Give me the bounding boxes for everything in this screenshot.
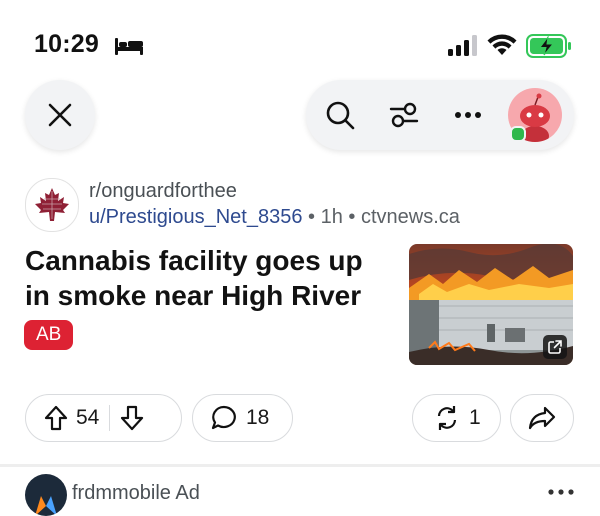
link-thumbnail[interactable] bbox=[409, 244, 573, 365]
post-title[interactable]: Cannabis facility goes up in smoke near … bbox=[25, 243, 395, 313]
advertiser-name[interactable]: frdmmobile Ad bbox=[72, 482, 200, 505]
close-button[interactable] bbox=[25, 80, 95, 150]
more-icon bbox=[548, 489, 574, 495]
comment-icon bbox=[211, 405, 236, 430]
maple-leaf-icon bbox=[35, 188, 69, 221]
close-icon bbox=[48, 103, 72, 127]
crosspost-icon bbox=[437, 406, 457, 430]
online-status-dot bbox=[510, 126, 526, 142]
filter-icon bbox=[389, 102, 419, 128]
post-domain[interactable]: ctvnews.ca bbox=[361, 206, 460, 228]
vote-separator bbox=[109, 405, 111, 431]
search-button[interactable] bbox=[322, 97, 358, 133]
profile-avatar-button[interactable] bbox=[508, 88, 562, 142]
subreddit-avatar[interactable] bbox=[25, 178, 79, 232]
top-actions-bar bbox=[306, 80, 574, 150]
more-icon bbox=[455, 112, 481, 118]
advertiser-avatar[interactable] bbox=[25, 474, 67, 516]
crosspost-button[interactable]: 1 bbox=[412, 394, 501, 442]
external-link-icon bbox=[548, 340, 562, 354]
advertiser-name-text: frdmmobile bbox=[72, 482, 171, 504]
status-time: 10:29 bbox=[34, 30, 99, 58]
post-age: 1h bbox=[320, 206, 343, 228]
ad-badge: Ad bbox=[175, 482, 200, 504]
open-external-button[interactable] bbox=[543, 335, 567, 359]
comments-button[interactable]: 18 bbox=[192, 394, 293, 442]
wifi-icon bbox=[487, 34, 517, 55]
cellular-signal-icon bbox=[448, 35, 477, 56]
meta-separator: • bbox=[342, 206, 361, 228]
upvote-icon[interactable] bbox=[44, 405, 68, 431]
advertiser-logo-icon bbox=[35, 496, 57, 516]
upvote-count: 54 bbox=[76, 406, 100, 429]
post-meta: u/Prestigious_Net_8356 • 1h • ctvnews.ca bbox=[89, 206, 460, 229]
sleep-focus-icon bbox=[115, 38, 143, 55]
vote-control: 54 bbox=[25, 394, 182, 442]
filter-button[interactable] bbox=[386, 97, 422, 133]
downvote-icon[interactable] bbox=[120, 405, 144, 431]
ad-more-button[interactable] bbox=[548, 476, 574, 502]
post-flair[interactable]: AB bbox=[24, 320, 74, 350]
feed-divider bbox=[0, 464, 600, 467]
comment-count: 18 bbox=[246, 406, 270, 429]
author-link[interactable]: u/Prestigious_Net_8356 bbox=[89, 206, 302, 228]
subreddit-name[interactable]: r/onguardforthee bbox=[89, 180, 237, 203]
more-options-button[interactable] bbox=[450, 97, 486, 133]
battery-charging-icon bbox=[526, 34, 571, 58]
meta-separator: • bbox=[302, 206, 321, 228]
crosspost-count: 1 bbox=[469, 406, 481, 429]
share-button[interactable] bbox=[510, 394, 574, 442]
search-icon bbox=[326, 101, 355, 130]
share-icon bbox=[528, 406, 556, 430]
